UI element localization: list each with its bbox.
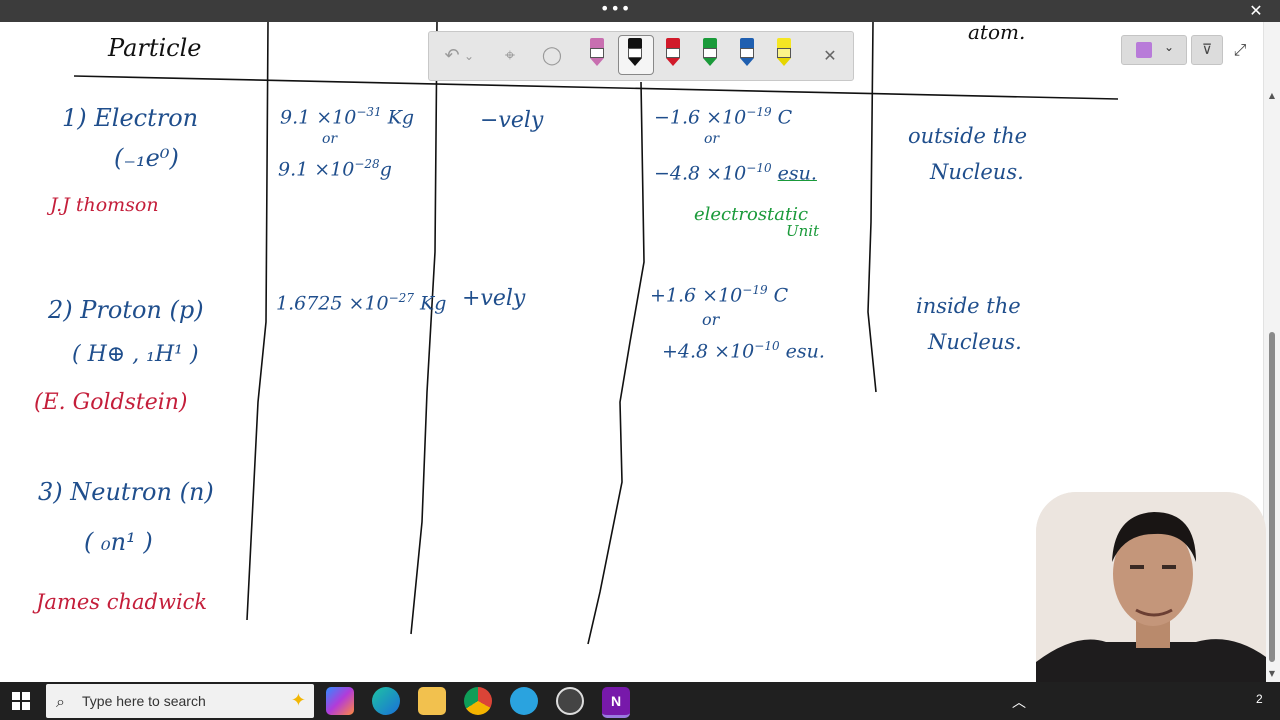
notebook-selector-button[interactable]: ⌄ [1121, 35, 1187, 65]
copilot-app-icon[interactable] [326, 687, 354, 715]
pen-mode-button[interactable]: ⊽ [1191, 35, 1223, 65]
blue-pen-icon[interactable] [740, 38, 754, 66]
tray-chevron-icon[interactable]: ︿ [1012, 692, 1026, 712]
notebook-icon [1136, 42, 1152, 58]
edge-browser-icon[interactable] [372, 687, 400, 715]
scroll-down-arrow-icon[interactable]: ▼ [1267, 670, 1277, 678]
telegram-app-icon[interactable] [510, 687, 538, 715]
proton-charge-esu-exp: −10 [754, 339, 780, 353]
proton-charge-c-unit: C [773, 284, 789, 307]
search-placeholder: Type here to search [82, 693, 206, 709]
electron-nature: −vely [480, 108, 544, 133]
proton-charge-esu-unit: esu. [785, 340, 825, 363]
electron-charge-esu-value: −4.8 ×10 [654, 162, 747, 185]
electron-location-line2: Nucleus. [930, 160, 1024, 184]
taskbar-search-box[interactable]: ⌕ Type here to search ✦ [46, 684, 314, 718]
column-divider-3 [587, 81, 645, 645]
proton-name: 2) Proton (p) [48, 296, 204, 324]
electron-mass-g-exp: −28 [354, 157, 380, 171]
proton-mass-unit: Kg [420, 292, 447, 315]
header-particle: Particle [108, 34, 202, 62]
neutron-symbol: ( ₀n¹ ) [84, 528, 153, 556]
electron-mass-kg: 9.1 ×10−31 Kg [280, 106, 414, 127]
proton-location-line2: Nucleus. [928, 330, 1022, 354]
proton-location-line1: inside the [916, 294, 1021, 318]
yellow-highlighter-icon[interactable] [777, 38, 791, 66]
proton-symbol: ( H⊕ , ₁H¹ ) [72, 342, 199, 367]
electron-charge-esu-unit: esu. [777, 162, 817, 185]
electron-charge-c-value: −1.6 ×10 [654, 106, 747, 129]
toolbar-close-button[interactable]: ✕ [815, 40, 845, 72]
neutron-discoverer: James chadwick [36, 590, 208, 614]
more-options-icon[interactable]: ••• [600, 0, 630, 22]
proton-mass-exp: −27 [388, 291, 414, 305]
header-atom: atom. [968, 22, 1026, 44]
electron-symbol: (₋₁e⁰) [114, 144, 179, 172]
scroll-up-arrow-icon[interactable]: ▲ [1267, 92, 1277, 100]
proton-charge-or: or [702, 310, 720, 329]
electron-charge-esu: −4.8 ×10−10 esu. [654, 162, 817, 183]
onenote-app-icon[interactable]: N [602, 687, 630, 718]
electron-charge-or: or [704, 131, 720, 147]
search-icon: ⌕ [56, 692, 65, 711]
black-pen-icon[interactable] [628, 38, 642, 66]
chevron-down-icon: ⌄ [1164, 40, 1175, 54]
column-divider-2 [410, 22, 438, 635]
electron-mass-kg-unit: Kg [387, 106, 415, 129]
electron-mass-kg-value: 9.1 ×10 [280, 106, 357, 129]
electron-location-line1: outside the [908, 124, 1028, 148]
electron-mass-g-value: 9.1 ×10 [278, 158, 355, 181]
notification-badge[interactable]: 2 [1256, 692, 1270, 706]
electron-charge-esu-exp: −10 [746, 161, 772, 175]
proton-charge-c: +1.6 ×10−19 C [650, 284, 788, 305]
electron-discoverer: J.J thomson [50, 194, 159, 216]
select-objects-icon[interactable]: ⌖ [495, 40, 525, 72]
green-pen-icon[interactable] [703, 38, 717, 66]
proton-charge-esu: +4.8 ×10−10 esu. [662, 340, 825, 361]
electron-charge-c-unit: C [777, 106, 793, 129]
proton-discoverer: (E. Goldstein) [34, 390, 188, 415]
proton-nature: +vely [462, 286, 526, 311]
file-explorer-icon[interactable] [418, 687, 446, 715]
column-divider-1 [246, 22, 269, 621]
proton-mass: 1.6725 ×10−27 Kg [276, 292, 446, 313]
screen-recorder-icon[interactable] [556, 687, 584, 715]
window-close-button[interactable]: ✕ [1244, 0, 1268, 22]
sparkle-icon: ✦ [290, 690, 306, 711]
electron-charge-c-exp: −19 [746, 105, 772, 119]
presenter-video [1036, 492, 1266, 682]
window-title-bar: ••• ✕ [0, 0, 1280, 22]
electron-mass-g-unit: g [379, 158, 392, 181]
eraser-pen-icon[interactable] [590, 38, 604, 66]
neutron-name: 3) Neutron (n) [38, 478, 214, 506]
red-pen-icon[interactable] [666, 38, 680, 66]
proton-mass-value: 1.6725 ×10 [276, 292, 389, 315]
electron-mass-or: or [322, 131, 338, 147]
electron-mass-g: 9.1 ×10−28g [278, 158, 392, 179]
windows-taskbar: ⌕ Type here to search ✦ N ︿ 2 [0, 682, 1280, 720]
proton-charge-c-value: +1.6 ×10 [650, 284, 743, 307]
undo-dropdown-chevron-icon[interactable]: ⌄ [461, 40, 477, 72]
scrollbar-thumb[interactable] [1269, 332, 1275, 662]
proton-charge-esu-value: +4.8 ×10 [662, 340, 755, 363]
lasso-select-icon[interactable]: ◯ [537, 40, 567, 72]
webcam-overlay [1036, 492, 1266, 682]
esu-note-line2: Unit [786, 222, 820, 240]
expand-icon[interactable]: ⤢ [1230, 40, 1250, 60]
windows-start-icon[interactable] [12, 692, 30, 710]
electron-mass-kg-exp: −31 [356, 105, 382, 119]
column-divider-4 [867, 22, 877, 393]
electron-name: 1) Electron [62, 104, 199, 132]
electron-charge-c: −1.6 ×10−19 C [654, 106, 792, 127]
chrome-browser-icon[interactable] [464, 687, 492, 715]
proton-charge-c-exp: −19 [742, 283, 768, 297]
